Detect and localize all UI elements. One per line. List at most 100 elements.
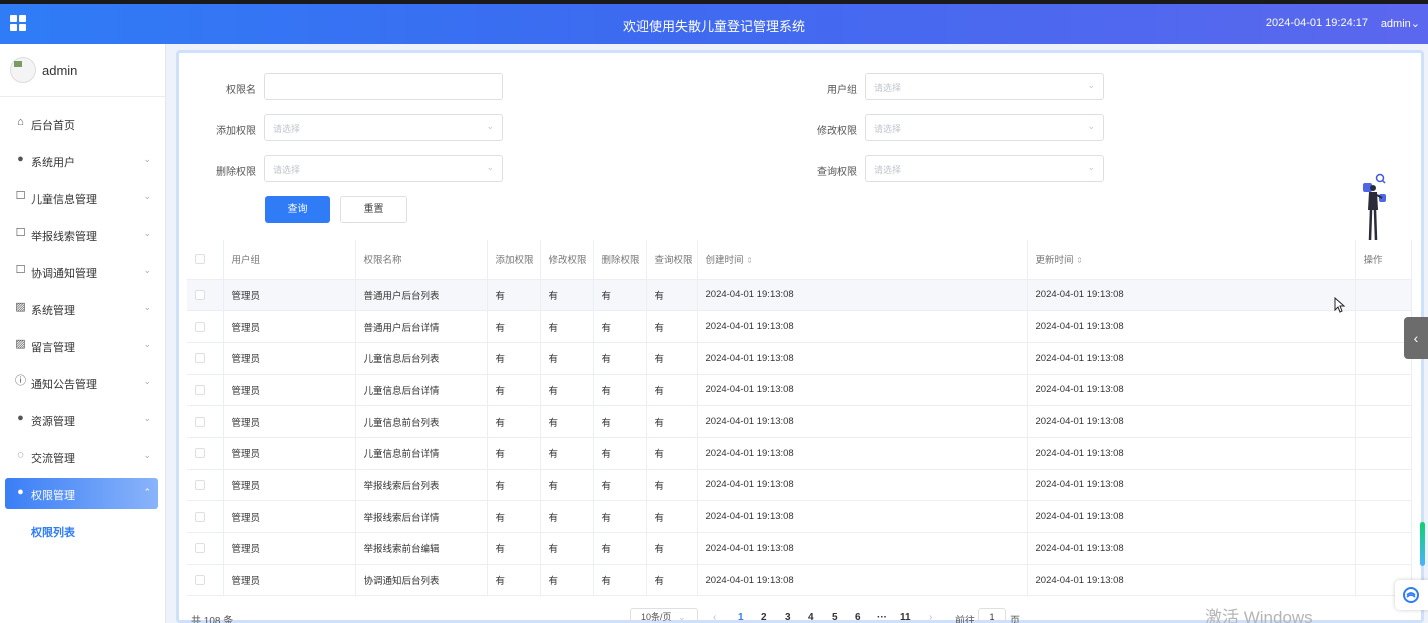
float-helper-button[interactable] bbox=[1395, 580, 1428, 610]
checkbox[interactable] bbox=[195, 416, 205, 427]
sidebar-item-system-mgmt[interactable]: ▨ 系统管理 ⌄ bbox=[0, 290, 165, 327]
checkbox[interactable] bbox=[195, 254, 205, 265]
sidebar-item-label: 通知公告管理 bbox=[31, 379, 97, 391]
query-perm-select[interactable]: 请选择 ⌄ bbox=[865, 155, 1104, 182]
col-header-created[interactable]: 创建时间 ⇕ bbox=[697, 240, 1028, 280]
table-cell: 有 bbox=[593, 374, 647, 407]
page-button[interactable]: 5 bbox=[832, 612, 838, 623]
table-row[interactable]: 管理员 普通用户后台详情有有有有 2024-04-01 19:13:08 2024-0… bbox=[187, 310, 1412, 343]
col-header-label: 更新时间 bbox=[1035, 255, 1074, 267]
perm-name-label: 权限名 bbox=[226, 85, 256, 96]
sidebar-item-system-users[interactable]: ● 系统用户 ⌄ bbox=[0, 142, 165, 179]
prev-page-button[interactable]: ‹ bbox=[713, 612, 716, 623]
sidebar-item-coordination[interactable]: ☐ 协调通知管理 ⌄ bbox=[0, 253, 165, 290]
checkbox[interactable] bbox=[195, 511, 205, 522]
table-cell: 管理员 bbox=[223, 532, 356, 565]
document-icon: ☐ bbox=[15, 264, 26, 276]
table-cell: 有 bbox=[646, 342, 698, 375]
table-row[interactable]: 管理员 协调通知后台列表有有有有 2024-04-01 19:13:08 2024-0… bbox=[187, 564, 1412, 597]
table-row[interactable]: 管理员 儿童信息后台列表有有有有 2024-04-01 19:13:08 2024-0… bbox=[187, 342, 1412, 375]
delete-perm-select[interactable]: 请选择 ⌄ bbox=[264, 155, 503, 182]
modify-perm-select[interactable]: 请选择 ⌄ bbox=[865, 114, 1104, 141]
sidebar-item-home[interactable]: ⌂ 后台首页 bbox=[0, 105, 165, 142]
sidebar-item-permissions[interactable]: ● 权限管理 ⌃ bbox=[5, 478, 158, 509]
table-row[interactable]: 管理员 儿童信息前台列表有有有有 2024-04-01 19:13:08 2024-0… bbox=[187, 405, 1412, 438]
add-perm-select[interactable]: 请选择 ⌄ bbox=[264, 114, 503, 141]
table-cell: 有 bbox=[646, 279, 698, 312]
table-row[interactable]: 管理员 举报线索前台编辑有有有有 2024-04-01 19:13:08 2024-0… bbox=[187, 532, 1412, 565]
table-cell: 有 bbox=[646, 374, 698, 407]
page-button[interactable]: 6 bbox=[855, 612, 861, 623]
sort-icon[interactable]: ⇕ bbox=[746, 256, 753, 265]
sidebar-item-report-clues[interactable]: ☐ 举报线索管理 ⌄ bbox=[0, 216, 165, 253]
select-all-checkbox[interactable] bbox=[187, 240, 224, 280]
table-cell: 2024-04-01 19:13:08 bbox=[1027, 532, 1356, 565]
goto-input[interactable]: 1 bbox=[978, 608, 1006, 623]
actions-cell bbox=[1355, 374, 1412, 407]
table-row[interactable]: 管理员 儿童信息后台详情有有有有 2024-04-01 19:13:08 2024-0… bbox=[187, 374, 1412, 407]
sidebar-item-messages[interactable]: ▨ 留言管理 ⌄ bbox=[0, 327, 165, 364]
table-cell: 有 bbox=[487, 469, 541, 502]
checkbox[interactable] bbox=[195, 289, 205, 300]
table-row[interactable]: 管理员 普通用户后台列表有有有有 2024-04-01 19:13:08 2024-0… bbox=[187, 279, 1412, 312]
row-checkbox-cell[interactable] bbox=[187, 500, 224, 533]
page-button[interactable]: 2 bbox=[761, 612, 767, 623]
checkbox[interactable] bbox=[195, 353, 205, 364]
row-checkbox-cell[interactable] bbox=[187, 405, 224, 438]
collapse-tab[interactable]: ‹ bbox=[1404, 317, 1428, 359]
sort-icon[interactable]: ⇕ bbox=[1076, 256, 1083, 265]
page-button[interactable]: 3 bbox=[785, 612, 791, 623]
actions-cell bbox=[1355, 310, 1412, 343]
avatar bbox=[10, 57, 36, 83]
checkbox[interactable] bbox=[195, 384, 205, 395]
sidebar-item-child-info[interactable]: ☐ 儿童信息管理 ⌄ bbox=[0, 179, 165, 216]
row-checkbox-cell[interactable] bbox=[187, 469, 224, 502]
checkbox[interactable] bbox=[195, 448, 205, 459]
search-button[interactable]: 查询 bbox=[265, 196, 330, 223]
table-cell: 普通用户后台列表 bbox=[355, 279, 488, 312]
user-menu[interactable]: admin⌄ bbox=[1381, 17, 1420, 30]
page-size-select[interactable]: 10条/页 ⌄ bbox=[630, 608, 698, 623]
checkbox[interactable] bbox=[195, 575, 205, 586]
checkbox[interactable] bbox=[195, 321, 205, 332]
sidebar-item-label: 权限管理 bbox=[31, 490, 75, 502]
col-header: 权限名称 bbox=[355, 240, 488, 280]
table-cell: 有 bbox=[540, 374, 594, 407]
sidebar-item-exchange[interactable]: ◌ 交流管理 ⌄ bbox=[0, 438, 165, 475]
table-cell: 有 bbox=[646, 310, 698, 343]
table-row[interactable]: 管理员 举报线索后台列表有有有有 2024-04-01 19:13:08 2024-0… bbox=[187, 469, 1412, 502]
system-title: 欢迎使用失散儿童登记管理系统 bbox=[622, 19, 805, 34]
page-button[interactable]: 1 bbox=[738, 612, 744, 623]
user-group-select[interactable]: 请选择 ⌄ bbox=[865, 73, 1104, 100]
row-checkbox-cell[interactable] bbox=[187, 342, 224, 375]
sidebar-item-announcements[interactable]: ⓘ 通知公告管理 ⌄ bbox=[0, 364, 165, 401]
checkbox[interactable] bbox=[195, 543, 205, 554]
home-icon: ⌂ bbox=[17, 116, 24, 128]
page-button[interactable]: 11 bbox=[900, 612, 911, 623]
checkbox[interactable] bbox=[195, 479, 205, 490]
sidebar-menu: ⌂ 后台首页 ● 系统用户 ⌄ ☐ 儿童信息管理 ⌄ ☐ 举报线索管理 ⌄ ☐ 协调通知管理 ⌄ … bbox=[0, 97, 165, 549]
table-row[interactable]: 管理员 举报线索后台详情有有有有 2024-04-01 19:13:08 2024-0… bbox=[187, 500, 1412, 533]
table-row[interactable]: 管理员 儿童信息前台详情有有有有 2024-04-01 19:13:08 2024-0… bbox=[187, 437, 1412, 470]
goto-label: 前往 bbox=[955, 616, 975, 623]
sidebar-item-permission-list[interactable]: 权限列表 bbox=[0, 512, 165, 549]
chevron-down-icon: ⌄ bbox=[1087, 80, 1095, 90]
next-page-button[interactable]: › bbox=[929, 612, 932, 623]
chevron-down-icon: ⌄ bbox=[143, 450, 151, 460]
chevron-up-icon: ⌃ bbox=[143, 487, 151, 497]
chat-icon: ◌ bbox=[17, 449, 24, 461]
page-ellipsis[interactable]: ··· bbox=[877, 612, 887, 623]
row-checkbox-cell[interactable] bbox=[187, 532, 224, 565]
row-checkbox-cell[interactable] bbox=[187, 279, 224, 312]
row-checkbox-cell[interactable] bbox=[187, 564, 224, 597]
page-button[interactable]: 4 bbox=[808, 612, 814, 623]
row-checkbox-cell[interactable] bbox=[187, 310, 224, 343]
perm-name-input[interactable] bbox=[264, 73, 503, 100]
reset-button[interactable]: 重置 bbox=[340, 196, 407, 223]
col-header: 删除权限 bbox=[593, 240, 647, 280]
row-checkbox-cell[interactable] bbox=[187, 437, 224, 470]
row-checkbox-cell[interactable] bbox=[187, 374, 224, 407]
sidebar-item-resources[interactable]: ● 资源管理 ⌄ bbox=[0, 401, 165, 438]
table-cell: 有 bbox=[487, 437, 541, 470]
col-header-updated[interactable]: 更新时间 ⇕ bbox=[1027, 240, 1356, 280]
